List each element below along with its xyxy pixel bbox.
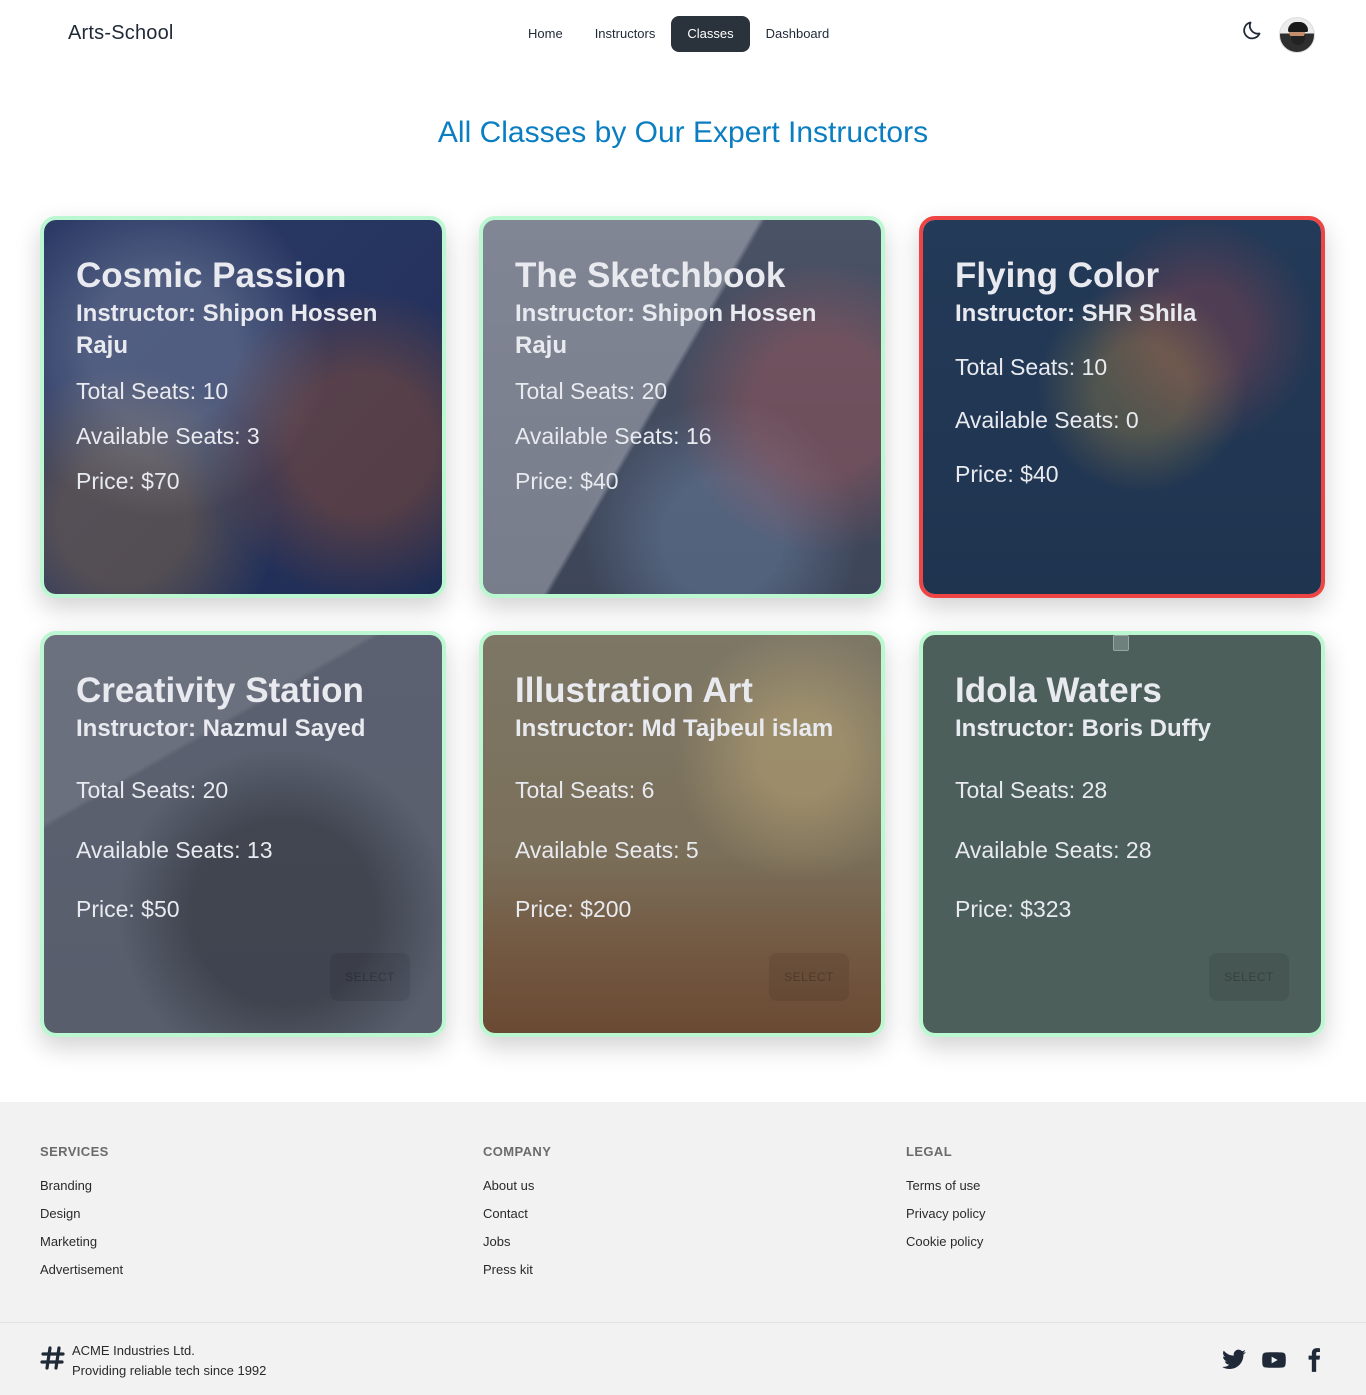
avatar-beard bbox=[1291, 36, 1305, 45]
footer-link-jobs[interactable]: Jobs bbox=[483, 1234, 551, 1262]
class-card-body: The Sketchbook Instructor: Shipon Hossen… bbox=[515, 254, 849, 496]
class-total-seats: Total Seats: 10 bbox=[955, 354, 1108, 380]
nav-dashboard[interactable]: Dashboard bbox=[750, 16, 846, 52]
main-nav: Home Instructors Classes Dashboard bbox=[512, 16, 845, 52]
class-card-body: Flying Color Instructor: SHR Shila Total… bbox=[955, 254, 1289, 489]
class-title: Creativity Station bbox=[76, 671, 364, 710]
company-tagline: Providing reliable tech since 1992 bbox=[72, 1363, 267, 1378]
footer-link-cookie[interactable]: Cookie policy bbox=[906, 1234, 985, 1262]
class-price: Price: $50 bbox=[76, 896, 180, 922]
footer: SERVICES Branding Design Marketing Adver… bbox=[0, 1102, 1366, 1395]
class-price: Price: $70 bbox=[76, 468, 180, 494]
class-available-seats: Available Seats: 5 bbox=[515, 837, 699, 863]
class-available-seats: Available Seats: 3 bbox=[76, 423, 260, 449]
class-price: Price: $323 bbox=[955, 896, 1072, 922]
class-card: The Sketchbook Instructor: Shipon Hossen… bbox=[479, 216, 885, 598]
brand-logo-text[interactable]: Arts-School bbox=[68, 22, 174, 45]
navbar: Arts-School Home Instructors Classes Das… bbox=[0, 0, 1366, 70]
footer-link-press-kit[interactable]: Press kit bbox=[483, 1262, 551, 1290]
footer-legal: LEGAL Terms of use Privacy policy Cookie… bbox=[906, 1144, 985, 1262]
footer-bottom-bar: ACME Industries Ltd. Providing reliable … bbox=[0, 1322, 1366, 1395]
class-card: Cosmic Passion Instructor: Shipon Hossen… bbox=[40, 216, 446, 598]
select-class-button[interactable]: SELECT bbox=[330, 953, 410, 1001]
footer-link-branding[interactable]: Branding bbox=[40, 1178, 123, 1206]
class-title: The Sketchbook bbox=[515, 256, 786, 295]
class-available-seats: Available Seats: 13 bbox=[76, 837, 273, 863]
class-card: Illustration Art Instructor: Md Tajbeul … bbox=[479, 631, 885, 1037]
footer-link-privacy[interactable]: Privacy policy bbox=[906, 1206, 985, 1234]
page-title: All Classes by Our Expert Instructors bbox=[437, 116, 929, 149]
footer-heading: SERVICES bbox=[40, 1144, 109, 1159]
avatar-hair bbox=[1288, 22, 1308, 32]
facebook-icon[interactable] bbox=[1301, 1347, 1327, 1373]
footer-heading: COMPANY bbox=[483, 1144, 552, 1159]
class-total-seats: Total Seats: 20 bbox=[515, 378, 668, 404]
youtube-icon[interactable] bbox=[1261, 1347, 1287, 1373]
footer-link-terms[interactable]: Terms of use bbox=[906, 1178, 985, 1206]
class-price: Price: $40 bbox=[515, 468, 619, 494]
class-card-body: Idola Waters Instructor: Boris Duffy Tot… bbox=[955, 669, 1289, 924]
class-title: Cosmic Passion bbox=[76, 256, 347, 295]
footer-link-design[interactable]: Design bbox=[40, 1206, 123, 1234]
class-card-body: Creativity Station Instructor: Nazmul Sa… bbox=[76, 669, 410, 924]
twitter-icon[interactable] bbox=[1221, 1347, 1247, 1373]
class-instructor: Instructor: Shipon Hossen Raju bbox=[76, 300, 378, 359]
company-info: ACME Industries Ltd. Providing reliable … bbox=[72, 1341, 266, 1381]
class-title: Flying Color bbox=[955, 256, 1160, 295]
broken-image-icon bbox=[1113, 635, 1129, 651]
nav-home[interactable]: Home bbox=[512, 16, 579, 52]
hash-logo-icon bbox=[40, 1345, 66, 1371]
footer-link-marketing[interactable]: Marketing bbox=[40, 1234, 123, 1262]
user-avatar[interactable] bbox=[1279, 17, 1315, 53]
class-instructor: Instructor: SHR Shila bbox=[955, 300, 1197, 327]
class-card: Creativity Station Instructor: Nazmul Sa… bbox=[40, 631, 446, 1037]
nav-classes[interactable]: Classes bbox=[671, 16, 750, 52]
footer-link-about[interactable]: About us bbox=[483, 1178, 551, 1206]
class-price: Price: $200 bbox=[515, 896, 632, 922]
class-card-body: Illustration Art Instructor: Md Tajbeul … bbox=[515, 669, 849, 924]
class-title: Idola Waters bbox=[955, 671, 1162, 710]
class-total-seats: Total Seats: 20 bbox=[76, 777, 229, 803]
footer-heading: LEGAL bbox=[906, 1144, 953, 1159]
class-title: Illustration Art bbox=[515, 671, 753, 710]
class-total-seats: Total Seats: 6 bbox=[515, 777, 655, 803]
class-price: Price: $40 bbox=[955, 461, 1059, 487]
moon-icon[interactable] bbox=[1240, 16, 1268, 44]
class-instructor: Instructor: Boris Duffy bbox=[955, 715, 1212, 742]
class-card-soldout: Flying Color Instructor: SHR Shila Total… bbox=[919, 216, 1325, 598]
class-total-seats: Total Seats: 28 bbox=[955, 777, 1108, 803]
footer-services: SERVICES Branding Design Marketing Adver… bbox=[40, 1144, 123, 1290]
class-instructor: Instructor: Shipon Hossen Raju bbox=[515, 300, 817, 359]
select-class-button[interactable]: SELECT bbox=[769, 953, 849, 1001]
class-available-seats: Available Seats: 28 bbox=[955, 837, 1152, 863]
class-card-body: Cosmic Passion Instructor: Shipon Hossen… bbox=[76, 254, 410, 496]
class-card: Idola Waters Instructor: Boris Duffy Tot… bbox=[919, 631, 1325, 1037]
class-available-seats: Available Seats: 0 bbox=[955, 407, 1139, 433]
footer-link-advertisement[interactable]: Advertisement bbox=[40, 1262, 123, 1290]
footer-company: COMPANY About us Contact Jobs Press kit bbox=[483, 1144, 551, 1290]
company-name: ACME Industries Ltd. bbox=[72, 1343, 195, 1358]
class-instructor: Instructor: Md Tajbeul islam bbox=[515, 715, 834, 742]
nav-instructors[interactable]: Instructors bbox=[579, 16, 672, 52]
class-available-seats: Available Seats: 16 bbox=[515, 423, 712, 449]
select-class-button[interactable]: SELECT bbox=[1209, 953, 1289, 1001]
footer-link-contact[interactable]: Contact bbox=[483, 1206, 551, 1234]
class-total-seats: Total Seats: 10 bbox=[76, 378, 229, 404]
class-instructor: Instructor: Nazmul Sayed bbox=[76, 715, 366, 742]
